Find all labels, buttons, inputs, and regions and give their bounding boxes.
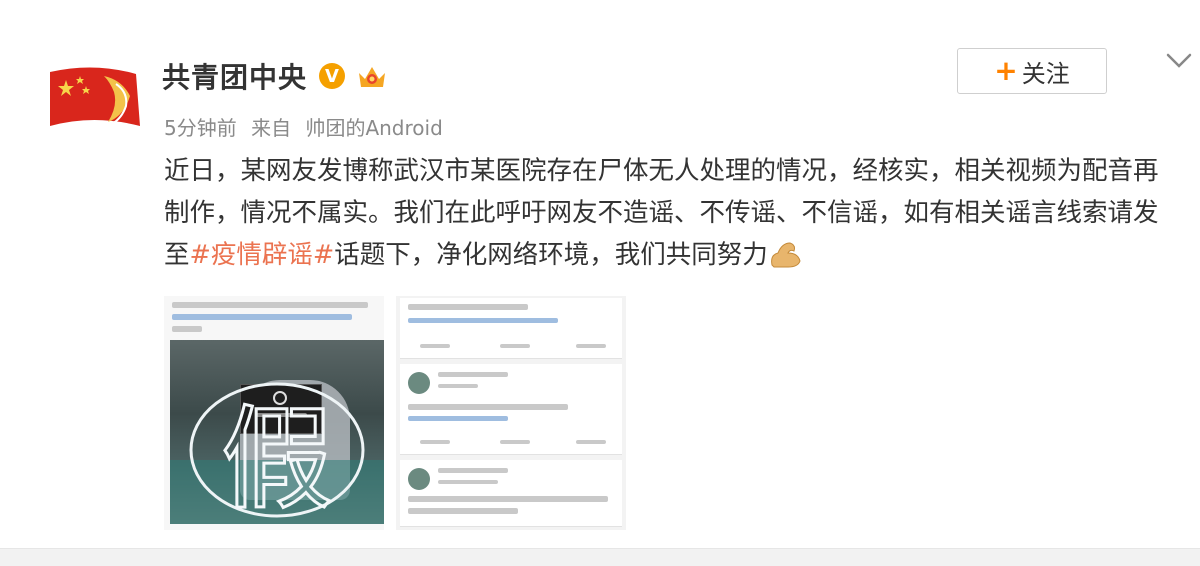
- topic-link[interactable]: #疫情辟谣#: [190, 240, 335, 270]
- post-text-end: 话题下，净化网络环境，我们共同努力: [334, 240, 768, 270]
- blurred-text: [408, 304, 528, 310]
- blurred-link: [408, 416, 508, 421]
- avatar: [408, 468, 430, 490]
- stamp-char: 假: [221, 395, 333, 520]
- avatar: [408, 372, 430, 394]
- blurred-text: [172, 326, 202, 332]
- blurred-text: [438, 480, 498, 484]
- blurred-count: [500, 440, 530, 444]
- avatar[interactable]: [44, 62, 144, 134]
- flexed-biceps-icon: [770, 242, 801, 268]
- blurred-text: [172, 302, 368, 308]
- comment-card: [400, 460, 622, 527]
- card-divider: [0, 548, 1200, 566]
- blurred-count: [500, 344, 530, 348]
- blurred-text: [408, 496, 608, 502]
- vip-crown-icon[interactable]: [355, 61, 389, 91]
- plus-icon: +: [994, 54, 1018, 87]
- fake-stamp-icon: 假: [189, 382, 365, 520]
- weibo-post-card: 共青团中央 V 5分钟前 来自 帅团的Android + 关注 近日，某网友发博…: [0, 0, 1200, 566]
- blurred-text: [438, 468, 508, 473]
- comment-card: [400, 298, 622, 359]
- chevron-down-icon[interactable]: [1166, 52, 1192, 70]
- source-prefix: 来自: [251, 116, 292, 140]
- blurred-link: [408, 318, 558, 323]
- post-meta: 5分钟前 来自 帅团的Android: [164, 112, 451, 141]
- post-time[interactable]: 5分钟前: [164, 116, 237, 140]
- blurred-count: [420, 344, 450, 348]
- verified-icon: V: [319, 63, 346, 89]
- blurred-text: [438, 372, 508, 377]
- blurred-link: [172, 314, 352, 320]
- blurred-count: [576, 440, 606, 444]
- blurred-count: [420, 440, 450, 444]
- post-image-2[interactable]: [396, 296, 626, 530]
- author-row: 共青团中央 V: [162, 56, 389, 96]
- follow-button[interactable]: + 关注: [957, 48, 1107, 94]
- post-image-1[interactable]: 假: [164, 296, 384, 530]
- author-name[interactable]: 共青团中央: [162, 56, 307, 96]
- video-screenshot: 假: [170, 340, 384, 524]
- blurred-text: [408, 508, 518, 514]
- blurred-text: [408, 404, 568, 410]
- blurred-count: [576, 344, 606, 348]
- follow-label: 关注: [1021, 59, 1070, 88]
- post-source[interactable]: 帅团的Android: [305, 116, 442, 140]
- comment-card: [400, 364, 622, 455]
- blurred-text: [438, 384, 478, 388]
- post-text: 近日，某网友发博称武汉市某医院存在尸体无人处理的情况，经核实，相关视频为配音再制…: [164, 150, 1174, 276]
